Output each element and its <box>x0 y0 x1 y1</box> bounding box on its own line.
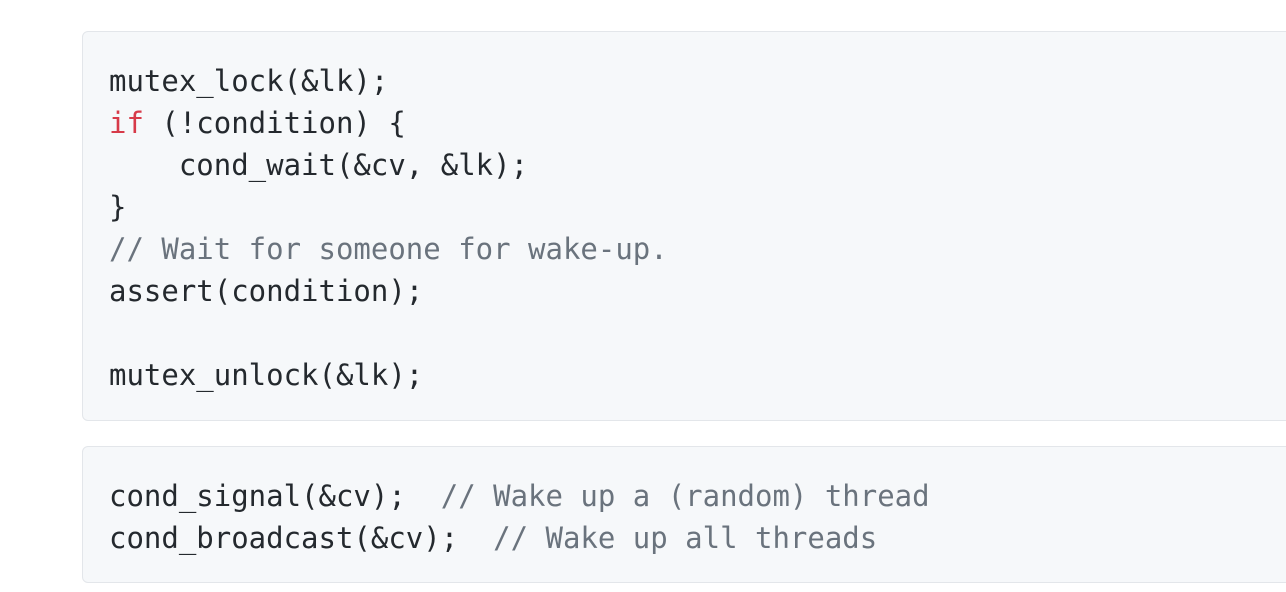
code-text: cond_signal(&cv); <box>109 479 441 513</box>
code-keyword: if <box>109 106 144 140</box>
code-line: cond_wait(&cv, &lk); <box>109 144 1286 186</box>
code-text: cond_broadcast(&cv); <box>109 521 494 555</box>
code-comment: // Wake up a (random) thread <box>440 479 930 513</box>
code-line: cond_broadcast(&cv); // Wake up all thre… <box>109 517 1286 559</box>
code-text: mutex_unlock(&lk); <box>109 358 424 392</box>
code-line: mutex_unlock(&lk); <box>109 354 1286 396</box>
code-text: cond_wait(&cv, &lk); <box>109 148 529 182</box>
code-text: assert(condition); <box>109 274 424 308</box>
code-comment: // Wait for someone for wake-up. <box>109 232 668 266</box>
code-block-signal: cond_signal(&cv); // Wake up a (random) … <box>82 446 1286 583</box>
code-block-wait: mutex_lock(&lk);if (!condition) { cond_w… <box>82 31 1286 421</box>
code-line: if (!condition) { <box>109 102 1286 144</box>
code-line: cond_signal(&cv); // Wake up a (random) … <box>109 475 1286 517</box>
code-line: } <box>109 186 1286 228</box>
code-line: // Wait for someone for wake-up. <box>109 228 1286 270</box>
code-text: } <box>109 190 127 224</box>
code-line: assert(condition); <box>109 270 1286 312</box>
code-text: (!condition) { <box>143 106 406 140</box>
code-line: mutex_lock(&lk); <box>109 60 1286 102</box>
code-text: mutex_lock(&lk); <box>109 64 389 98</box>
code-comment: // Wake up all threads <box>493 521 878 555</box>
